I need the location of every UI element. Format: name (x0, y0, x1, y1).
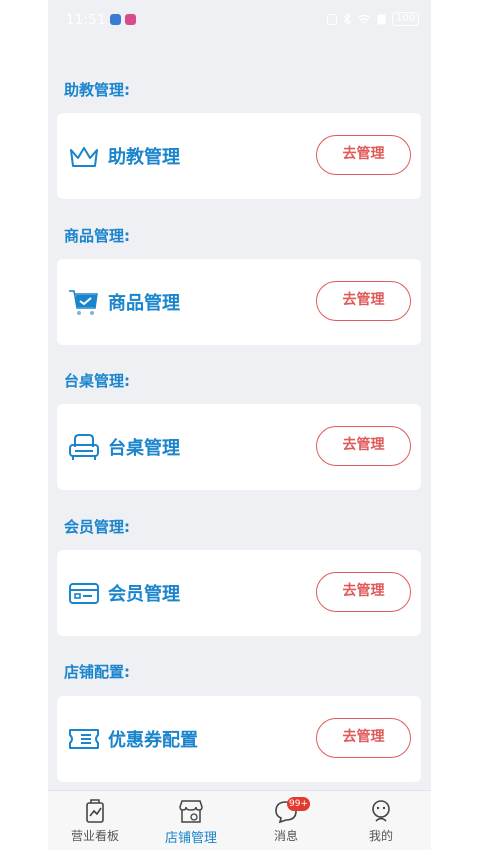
tab-messages[interactable]: 99+ 消息 (251, 797, 321, 844)
status-time: 11:51 (66, 13, 106, 28)
crown-icon (70, 147, 98, 167)
notification-app-icon (125, 14, 136, 25)
manage-button[interactable]: 去管理 (316, 135, 411, 175)
bottom-tab-bar: 营业看板 店铺管理 99+ 消息 我的 (48, 790, 431, 850)
card-products: 商品管理 去管理 (57, 259, 421, 345)
card-members: 会员管理 去管理 (57, 550, 421, 636)
bluetooth-icon (343, 13, 351, 25)
card-label: 会员管理 (108, 584, 180, 605)
tab-label: 我的 (368, 829, 393, 843)
profile-icon (372, 800, 390, 822)
tab-profile[interactable]: 我的 (346, 797, 416, 844)
manage-button[interactable]: 去管理 (316, 572, 411, 612)
manage-button[interactable]: 去管理 (316, 281, 411, 321)
sim-icon (377, 14, 386, 24)
tab-label: 消息 (273, 829, 298, 843)
tab-dashboard[interactable]: 营业看板 (60, 797, 130, 844)
card-label: 商品管理 (108, 293, 180, 314)
notification-app-icon (110, 14, 121, 25)
tab-store-management[interactable]: 店铺管理 (156, 797, 226, 846)
battery-indicator: 100 (391, 12, 419, 26)
sofa-icon (69, 434, 99, 460)
card-coupon: 优惠券配置 去管理 (57, 696, 421, 782)
manage-button[interactable]: 去管理 (316, 718, 411, 758)
member-card-icon (69, 583, 99, 604)
manage-button[interactable]: 去管理 (316, 426, 411, 466)
dashboard-icon (86, 799, 104, 823)
section-title-assistant: 助教管理: (64, 81, 130, 99)
card-label: 助教管理 (108, 147, 180, 168)
phone-screen: 11:51 100 助教管理: 助教管理 去管理 商品管理: 商品管理 去管理 … (48, 0, 431, 850)
section-title-members: 会员管理: (64, 518, 130, 536)
unread-badge: 99+ (287, 797, 310, 811)
status-bar: 11:51 100 (48, 0, 431, 40)
tab-label: 店铺管理 (164, 831, 217, 846)
card-assistant: 助教管理 去管理 (57, 113, 421, 199)
nfc-icon (326, 13, 337, 25)
cart-icon (69, 290, 98, 315)
store-icon (179, 800, 203, 823)
status-icons: 100 (326, 12, 419, 26)
section-title-products: 商品管理: (64, 227, 130, 245)
card-tables: 台桌管理 去管理 (57, 404, 421, 490)
card-label: 优惠券配置 (108, 730, 198, 751)
card-label: 台桌管理 (108, 438, 180, 459)
tab-label: 营业看板 (70, 829, 119, 843)
section-title-store-config: 店铺配置: (64, 663, 130, 681)
coupon-icon (69, 729, 99, 749)
wifi-icon (357, 14, 371, 24)
section-title-tables: 台桌管理: (64, 372, 130, 390)
